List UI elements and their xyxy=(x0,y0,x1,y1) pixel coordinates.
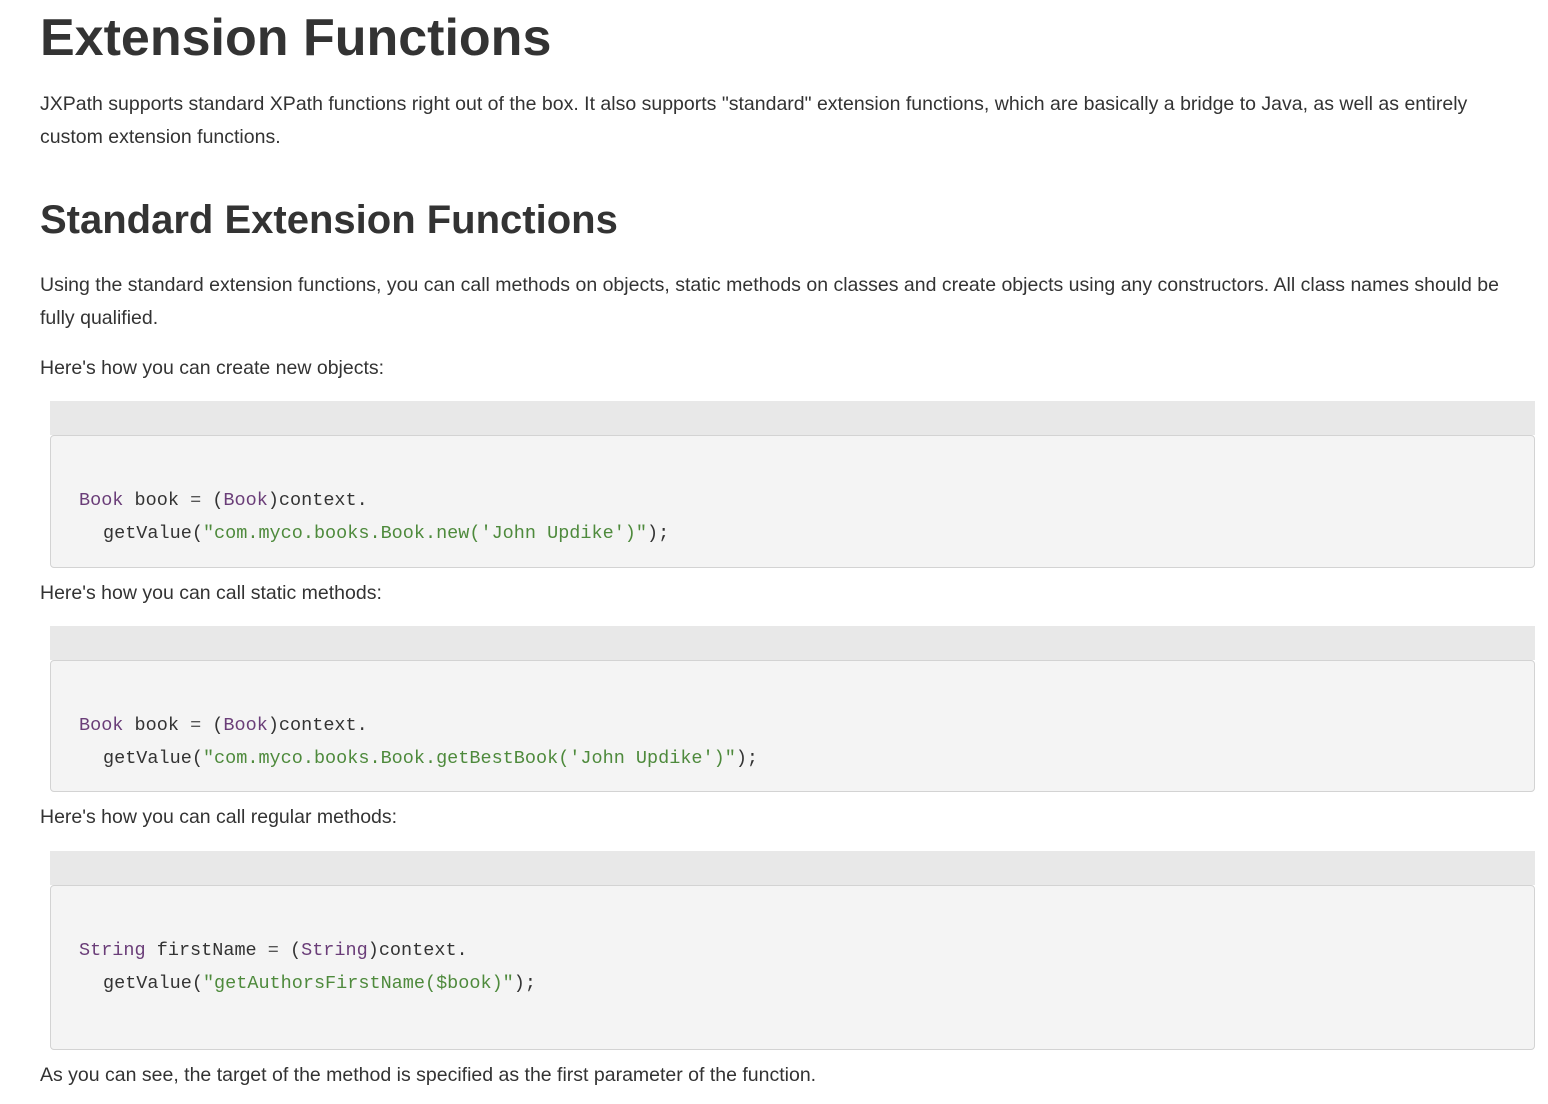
intro-paragraph: JXPath supports standard XPath functions… xyxy=(40,93,1468,148)
code-block-header xyxy=(50,851,1535,885)
code-line-1: Book book = (Book)context. xyxy=(79,484,1534,517)
code-punctuation-token: ) xyxy=(367,940,379,961)
code-method-token: getValue xyxy=(103,973,192,994)
code-line-2: getValue("getAuthorsFirstName($book)"); xyxy=(79,967,1534,1000)
code-block-body[interactable]: String firstName = (String)context. getVa… xyxy=(50,885,1535,1050)
page-title: Extension Functions xyxy=(40,9,552,67)
code-line-2: getValue("com.myco.books.Book.new('John … xyxy=(79,517,1534,550)
code-punctuation-token: ( xyxy=(191,523,203,544)
code-block-static-methods: Book book = (Book)context. getValue("com.… xyxy=(50,626,1535,792)
code-string-token: "com.myco.books.Book.getBestBook('John U… xyxy=(202,748,736,769)
code-line-1: String firstName = (String)context. xyxy=(79,934,1534,967)
code-line-2: getValue("com.myco.books.Book.getBestBoo… xyxy=(79,742,1534,775)
section-heading-standard-extension-functions: Standard Extension Functions xyxy=(40,198,618,242)
static-methods-paragraph: Here's how you can call static methods: xyxy=(40,582,382,604)
code-operator-token: = xyxy=(267,940,279,961)
code-operator-token: = xyxy=(190,715,202,736)
code-string-token: "com.myco.books.Book.new('John Updike')" xyxy=(202,523,648,544)
code-variable-token: book xyxy=(134,490,179,511)
code-block-body[interactable]: Book book = (Book)context. getValue("com.… xyxy=(50,435,1535,568)
code-method-token: getValue xyxy=(103,523,192,544)
code-receiver-token: context. xyxy=(378,940,468,961)
code-block-header xyxy=(50,626,1535,660)
code-punctuation-token: ( xyxy=(191,973,203,994)
code-punctuation-token: ( xyxy=(191,748,203,769)
closing-paragraph: As you can see, the target of the method… xyxy=(40,1064,817,1086)
code-receiver-token: context. xyxy=(278,490,368,511)
code-cast-type-token: String xyxy=(301,940,368,961)
code-punctuation-token: ) xyxy=(267,490,279,511)
code-cast-type-token: Book xyxy=(223,490,268,511)
code-type-token: Book xyxy=(79,715,124,736)
code-punctuation-token: ( xyxy=(212,490,224,511)
code-block-create-objects: Book book = (Book)context. getValue("com.… xyxy=(50,401,1535,568)
code-method-token: getValue xyxy=(103,748,192,769)
regular-methods-paragraph: Here's how you can call regular methods: xyxy=(40,806,398,828)
code-string-token: "getAuthorsFirstName($book)" xyxy=(202,973,514,994)
create-objects-paragraph: Here's how you can create new objects: xyxy=(40,357,385,379)
code-variable-token: firstName xyxy=(156,940,257,961)
code-receiver-token: context. xyxy=(278,715,368,736)
code-punctuation-token: ( xyxy=(212,715,224,736)
code-block-body[interactable]: Book book = (Book)context. getValue("com.… xyxy=(50,660,1535,792)
code-punctuation-token: ( xyxy=(289,940,302,961)
code-punctuation-token: ); xyxy=(513,973,537,994)
code-punctuation-token: ); xyxy=(647,523,670,544)
code-block-regular-methods: String firstName = (String)context. getVa… xyxy=(50,851,1535,1050)
code-block-header xyxy=(50,401,1535,435)
code-variable-token: book xyxy=(134,715,179,736)
code-operator-token: = xyxy=(190,490,202,511)
code-type-token: String xyxy=(79,940,146,961)
code-punctuation-token: ) xyxy=(267,715,279,736)
code-cast-type-token: Book xyxy=(223,715,268,736)
code-punctuation-token: ); xyxy=(735,748,759,769)
standard-extension-paragraph: Using the standard extension functions, … xyxy=(40,274,1499,329)
code-line-1: Book book = (Book)context. xyxy=(79,709,1534,742)
code-type-token: Book xyxy=(79,490,124,511)
